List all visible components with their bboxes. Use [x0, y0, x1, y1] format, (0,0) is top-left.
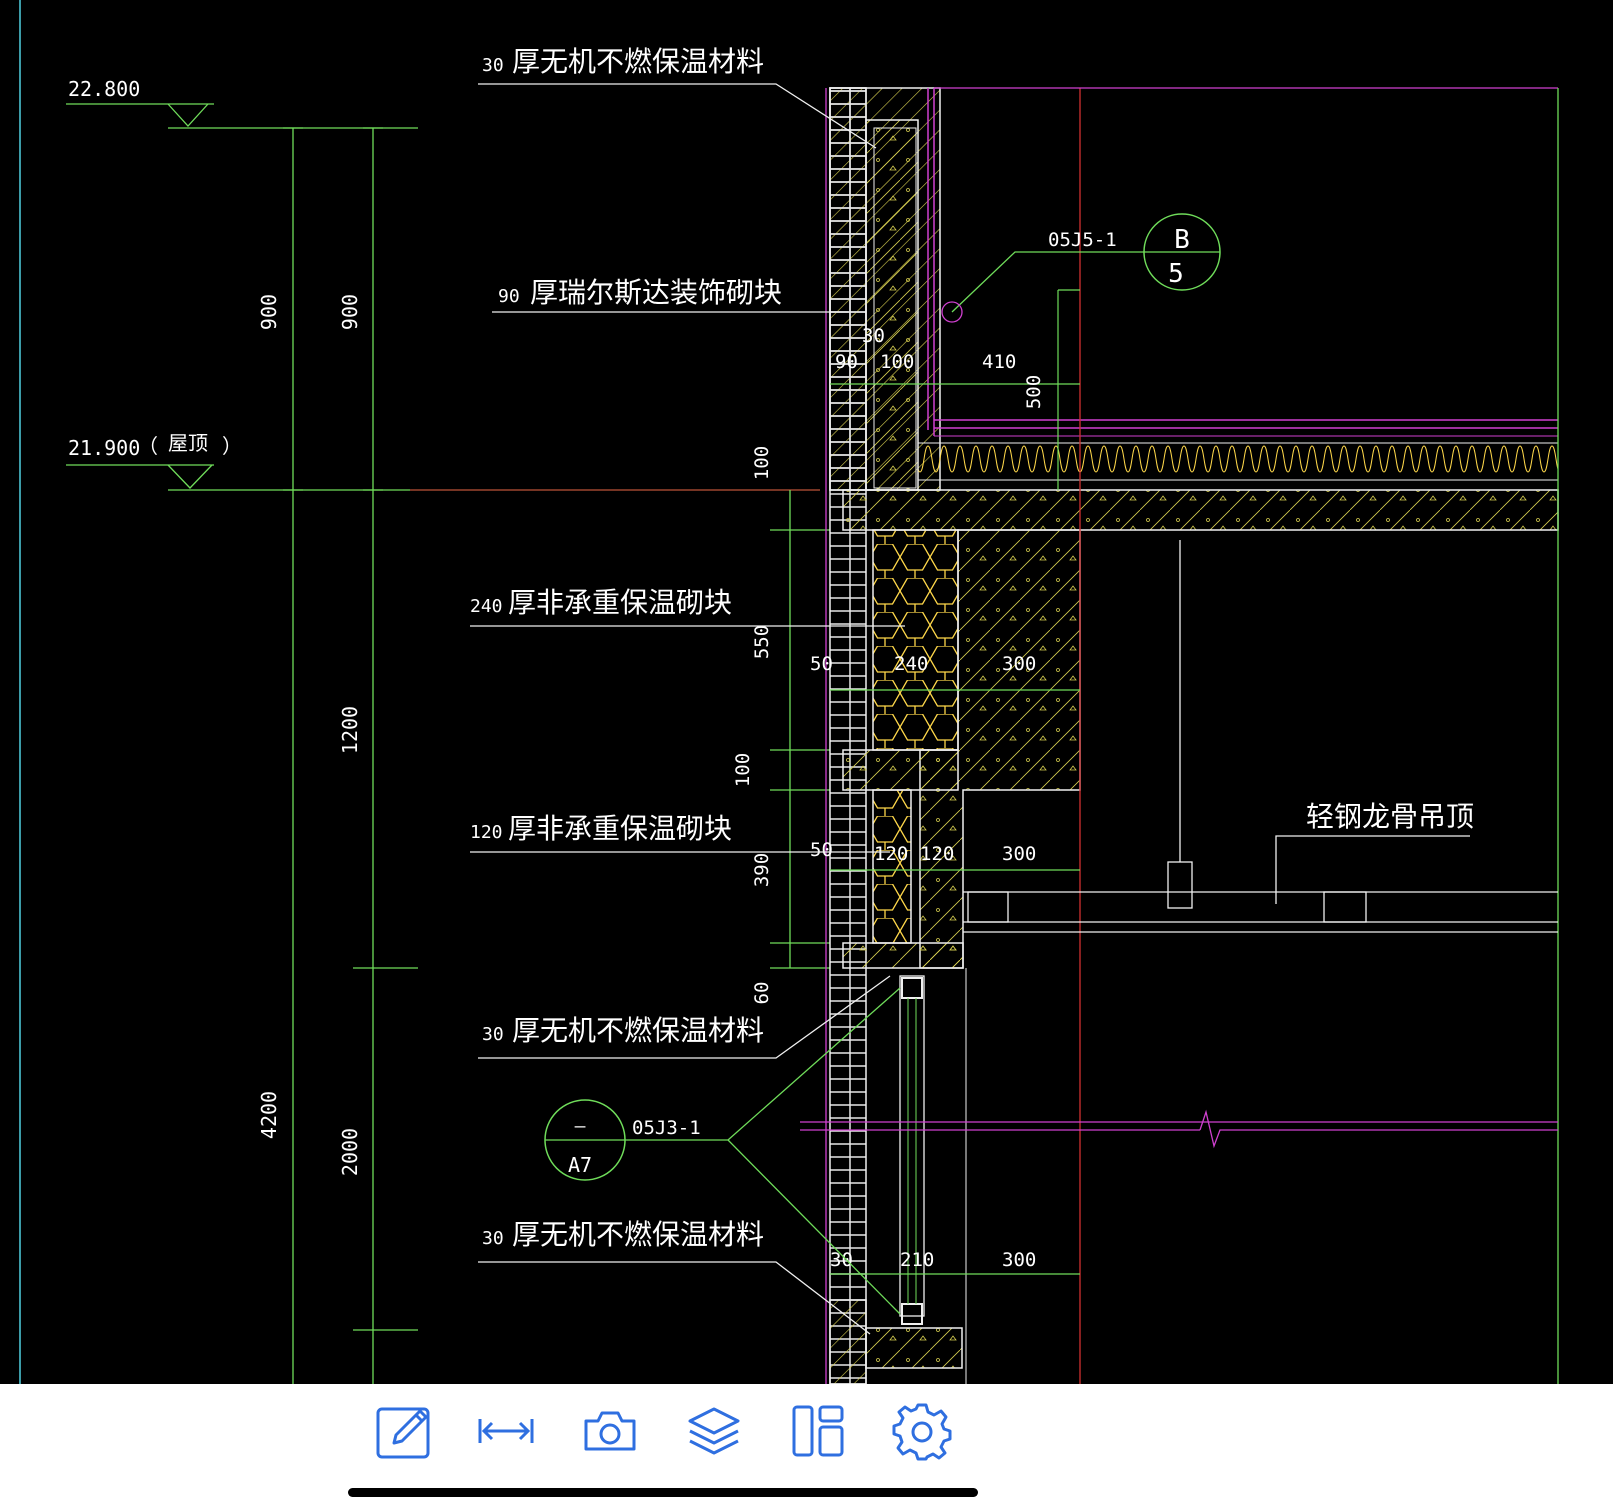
edit-button[interactable] [372, 1399, 436, 1463]
measure-button[interactable] [474, 1399, 538, 1463]
dim-410: 410 [982, 351, 1016, 373]
material-label-2: 90 厚瑞尔斯达装饰砌块 [492, 276, 848, 313]
svg-text:120: 120 [470, 822, 503, 843]
dim-300-c: 300 [1002, 1249, 1036, 1271]
ceiling-label: 轻钢龙骨吊顶 [1275, 800, 1474, 904]
material-label-5: 30 厚无机不燃保温材料 [478, 975, 891, 1059]
svg-text:）: ） [222, 434, 242, 458]
dim-inner-upper: 900 [338, 294, 362, 330]
svg-text:厚无机不燃保温材料: 厚无机不燃保温材料 [512, 45, 764, 78]
dim-500: 500 [1023, 375, 1045, 409]
svg-text:90: 90 [498, 286, 520, 307]
camera-icon [584, 1411, 636, 1451]
dim-60: 60 [751, 982, 773, 1005]
dim-30-top: 30 [862, 325, 885, 347]
layout-icon [792, 1405, 844, 1457]
svg-text:30: 30 [482, 1228, 504, 1249]
measure-icon [478, 1419, 534, 1443]
dim-90: 90 [835, 351, 858, 373]
elevation-marker-roof: 21.900 （ 屋顶 ） [66, 431, 820, 491]
wall-section [829, 87, 1559, 1384]
svg-text:厚无机不燃保温材料: 厚无机不燃保温材料 [512, 1014, 764, 1047]
svg-text:厚非承重保温砌块: 厚非承重保温砌块 [508, 812, 732, 845]
svg-text:05J5-1: 05J5-1 [1048, 229, 1117, 251]
layers-icon [688, 1407, 740, 1455]
dim-550: 550 [751, 625, 773, 659]
svg-text:5: 5 [1168, 259, 1184, 289]
material-label-6: 30 厚无机不燃保温材料 [478, 1218, 871, 1335]
dim-inner-lower: 2000 [338, 1128, 362, 1176]
cad-drawing-canvas[interactable]: 22.800 21.900 （ 屋顶 ） 900 4200 900 1200 2… [0, 0, 1613, 1384]
dim-50-a: 50 [810, 653, 833, 675]
dim-240: 240 [894, 653, 928, 675]
layout-button[interactable] [786, 1399, 850, 1463]
svg-text:—: — [575, 1116, 586, 1137]
elevation-roof-label: 屋顶 [168, 431, 208, 455]
dim-100-wall: 100 [880, 351, 914, 373]
elevation-marker-top: 22.800 [66, 77, 418, 129]
wall-vertical-dimensions [770, 490, 830, 969]
dim-outer-upper: 900 [257, 294, 281, 330]
home-indicator[interactable] [348, 1488, 978, 1497]
cad-drawing[interactable]: 22.800 21.900 （ 屋顶 ） 900 4200 900 1200 2… [0, 0, 1613, 1384]
dim-300-a: 300 [1002, 653, 1036, 675]
svg-text:轻钢龙骨吊顶: 轻钢龙骨吊顶 [1306, 800, 1474, 833]
dim-outer-lower: 4200 [257, 1091, 281, 1139]
svg-text:B: B [1174, 225, 1190, 255]
svg-text:30: 30 [482, 1024, 504, 1045]
svg-text:30: 30 [482, 55, 504, 76]
elevation-top-value: 22.800 [68, 77, 140, 101]
snapshot-button[interactable] [578, 1399, 642, 1463]
dim-210: 210 [900, 1249, 934, 1271]
dim-120-a: 120 [874, 843, 908, 865]
dim-390: 390 [751, 853, 773, 887]
dim-100-upper: 100 [751, 446, 773, 480]
dim-50-b: 50 [810, 839, 833, 861]
svg-text:05J3-1: 05J3-1 [632, 1117, 701, 1139]
dim-100-lower: 100 [732, 753, 754, 787]
settings-icon [892, 1403, 952, 1461]
svg-text:厚非承重保温砌块: 厚非承重保温砌块 [508, 586, 732, 619]
elevation-roof-value: 21.900 [68, 436, 140, 460]
dim-300-b: 300 [1002, 843, 1036, 865]
svg-text:A7: A7 [568, 1153, 592, 1177]
svg-text:厚无机不燃保温材料: 厚无机不燃保温材料 [512, 1218, 764, 1251]
edit-icon [376, 1407, 430, 1459]
svg-text:240: 240 [470, 596, 503, 617]
svg-text:厚瑞尔斯达装饰砌块: 厚瑞尔斯达装饰砌块 [530, 276, 782, 309]
dim-30-bottom: 30 [830, 1249, 853, 1271]
svg-text:（: （ [138, 434, 158, 458]
dim-inner-middle: 1200 [338, 706, 362, 754]
detail-ref-b5[interactable]: 05J5-1 B 5 [941, 213, 1221, 323]
layers-button[interactable] [682, 1399, 746, 1463]
dim-120-b: 120 [920, 843, 954, 865]
material-label-1: 30 厚无机不燃保温材料 [478, 45, 877, 149]
settings-button[interactable] [890, 1399, 954, 1463]
